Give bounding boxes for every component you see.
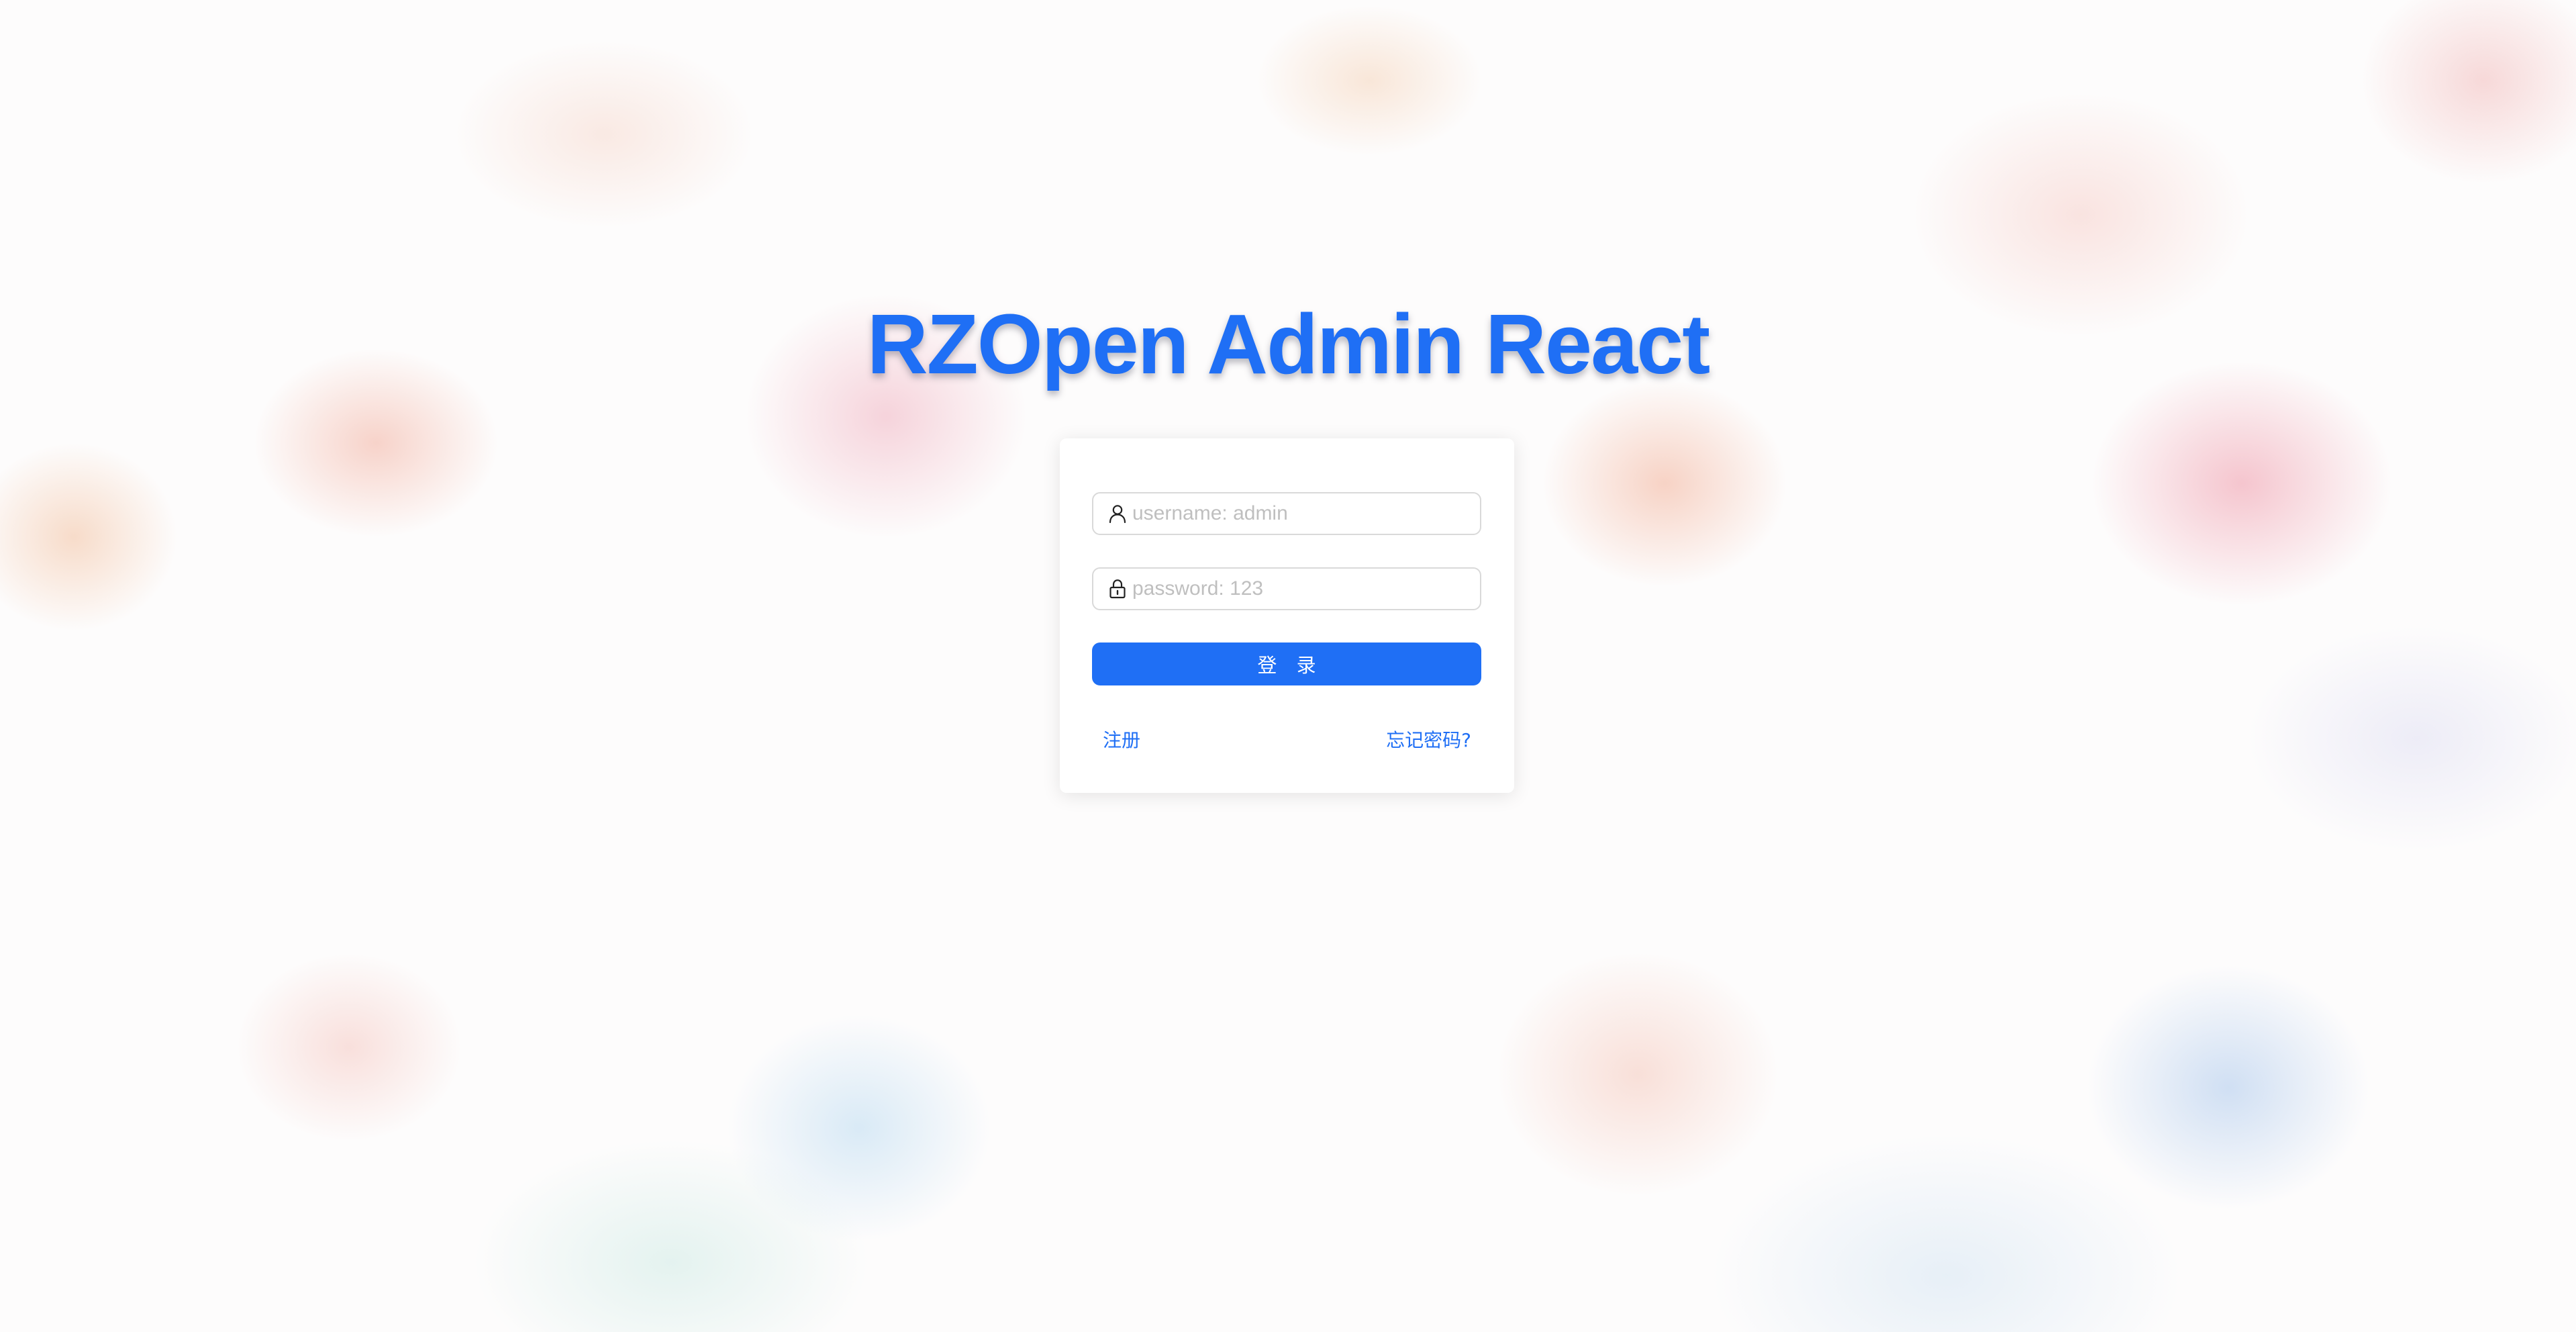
login-button[interactable]: 登 录 [1092,643,1481,685]
password-field[interactable] [1092,567,1481,610]
register-link[interactable]: 注册 [1103,726,1140,753]
password-input[interactable] [1131,569,1468,609]
user-icon [1104,492,1131,535]
login-card: 登 录 注册 忘记密码? [1060,438,1514,793]
app-title: RZOpen Admin React [866,297,1710,391]
forgot-password-link[interactable]: 忘记密码? [1386,726,1471,753]
username-field[interactable] [1092,492,1481,535]
lock-icon [1104,567,1131,610]
username-input[interactable] [1131,493,1468,534]
